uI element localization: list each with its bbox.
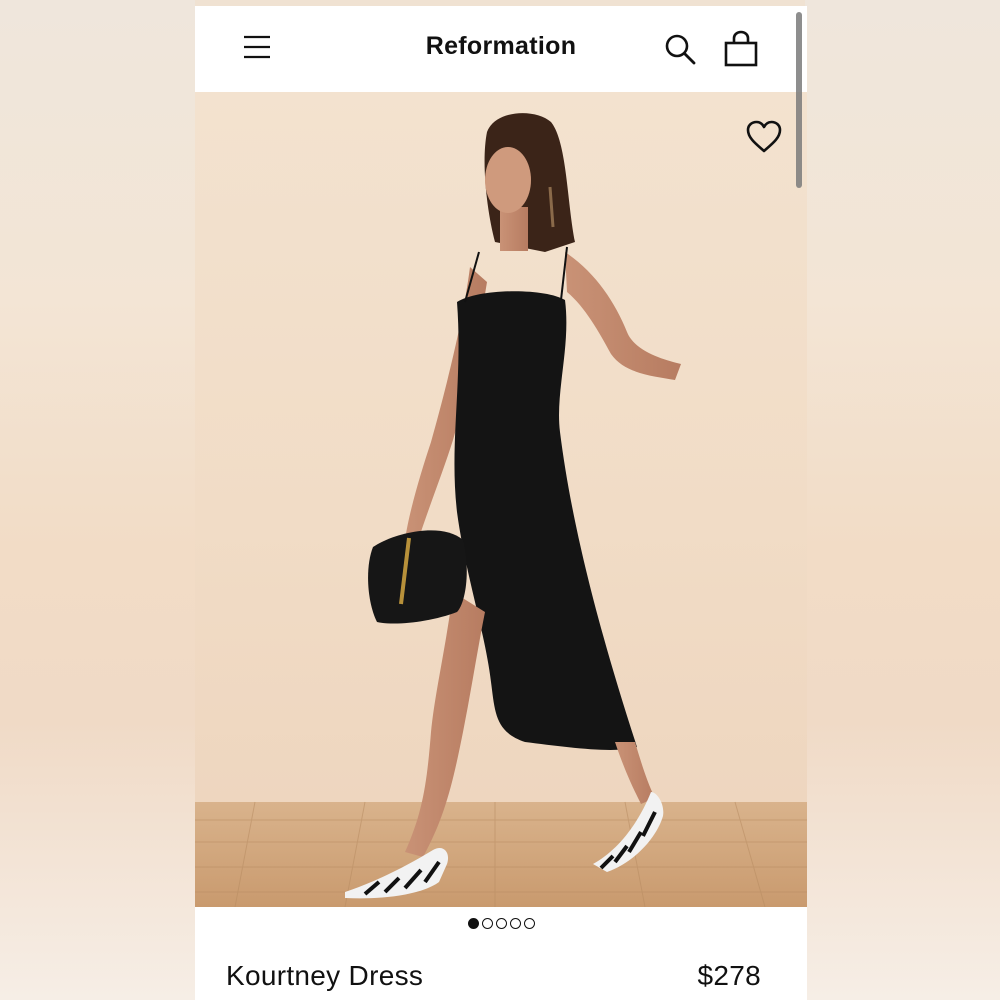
search-icon — [665, 34, 696, 65]
product-page: Reformation Kourtney Dress $278 — [195, 6, 807, 1000]
page-scrollbar[interactable] — [796, 12, 802, 188]
shopping-bag-icon — [724, 30, 758, 67]
product-price: $278 — [697, 960, 761, 991]
pagination-dot-2[interactable] — [481, 918, 493, 929]
heart-outline-icon — [746, 120, 782, 153]
pagination-dot-3[interactable] — [495, 918, 507, 929]
search-button[interactable] — [663, 32, 697, 66]
blurred-backdrop-right — [805, 0, 1000, 1000]
cart-button[interactable] — [723, 30, 759, 68]
brand-logo[interactable]: Reformation — [195, 32, 807, 61]
product-photo — [195, 92, 807, 907]
pagination-dot-1[interactable] — [467, 918, 479, 929]
product-image-gallery[interactable] — [195, 92, 807, 907]
top-navigation-bar: Reformation — [195, 6, 807, 92]
pagination-dot-4[interactable] — [509, 918, 521, 929]
pagination-dot-5[interactable] — [523, 918, 535, 929]
product-name: Kourtney Dress — [226, 960, 424, 991]
favorite-button[interactable] — [744, 119, 784, 155]
blurred-backdrop-left — [0, 0, 195, 1000]
image-pagination — [195, 918, 807, 934]
